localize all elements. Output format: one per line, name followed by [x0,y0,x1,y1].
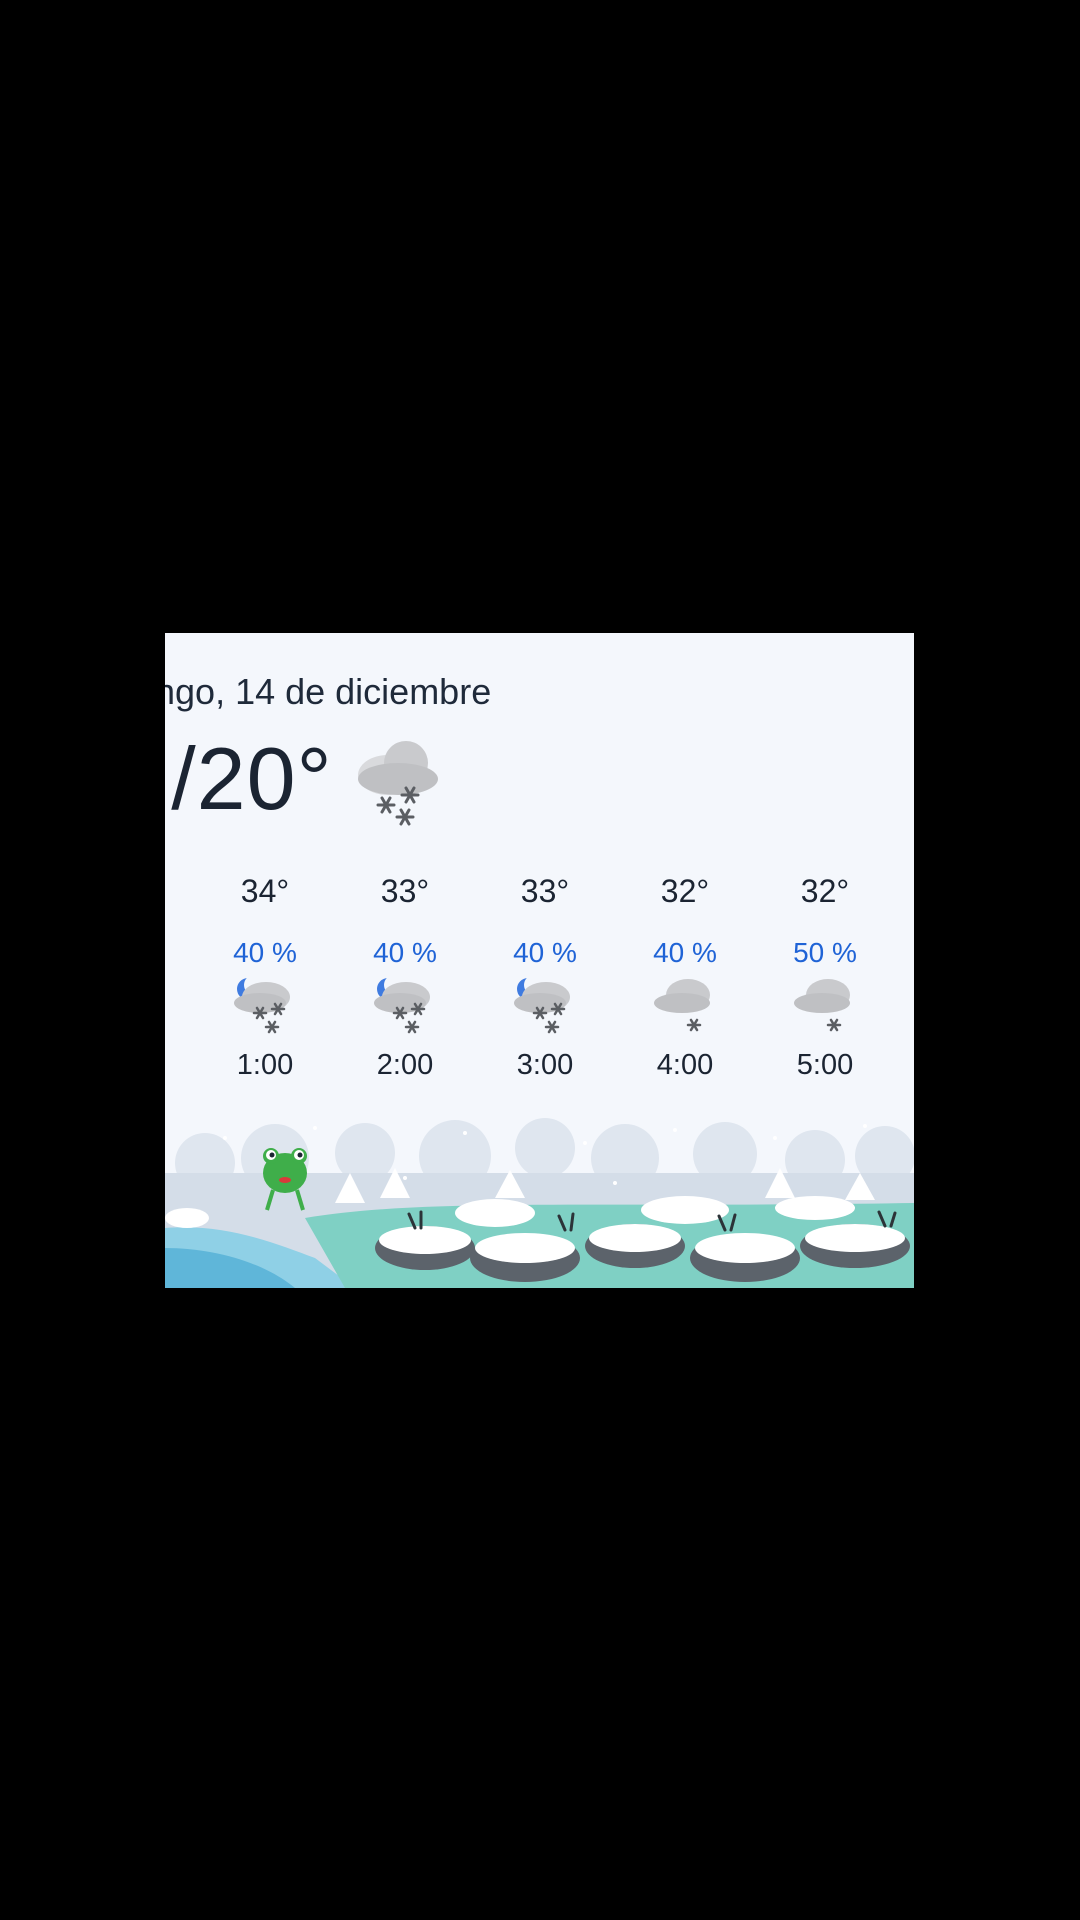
hour-item-1: 34° 40 % 1:00 [195,873,335,1082]
light-snow-icon [794,979,850,1032]
snowy-landscape-frog-illustration [165,1118,914,1288]
hour-precipitation: 40 % [233,937,297,968]
hour-item-2: 33° 40 % 2:00 [335,873,475,1082]
hour-time: 2:00 [376,1049,434,1081]
night-snow-icon [514,975,570,1034]
hour-temperature: 32° [660,873,710,909]
hour-item-3: 33° 40 % 3:00 [475,873,615,1082]
hour-precipitation: 40 % [373,937,437,968]
hour-item-4: 32° 40 % 4:00 [615,873,755,1082]
hour-precipitation: 40 % [653,937,717,968]
hour-time: 3:00 [516,1049,574,1081]
hour-precipitation: 50 % [793,937,857,968]
light-snow-icon [654,979,710,1032]
hour-item-5: 32° 50 % 5:00 [755,873,895,1082]
hour-time: 1:00 [236,1049,294,1081]
hour-time: 5:00 [796,1049,854,1081]
hour-temperature: 33° [520,873,570,909]
hour-time: 4:00 [656,1049,714,1081]
snow-cloud-icon [358,741,438,826]
night-snow-icon [374,975,430,1034]
hourly-forecast[interactable]: 34° 40 % 1:00 33° 40 % 2:00 33° 40 % 3:0… [195,873,895,1093]
hour-temperature: 32° [800,873,850,909]
hour-temperature: 33° [380,873,430,909]
night-snow-icon [234,975,290,1034]
date-label: ngo, 14 de diciembre [165,671,492,712]
temperature-range: °/20° [165,729,333,828]
hour-temperature: 34° [240,873,290,909]
hour-precipitation: 40 % [513,937,577,968]
weather-card: ngo, 14 de diciembre °/20° 34° 40 % [165,633,914,1288]
